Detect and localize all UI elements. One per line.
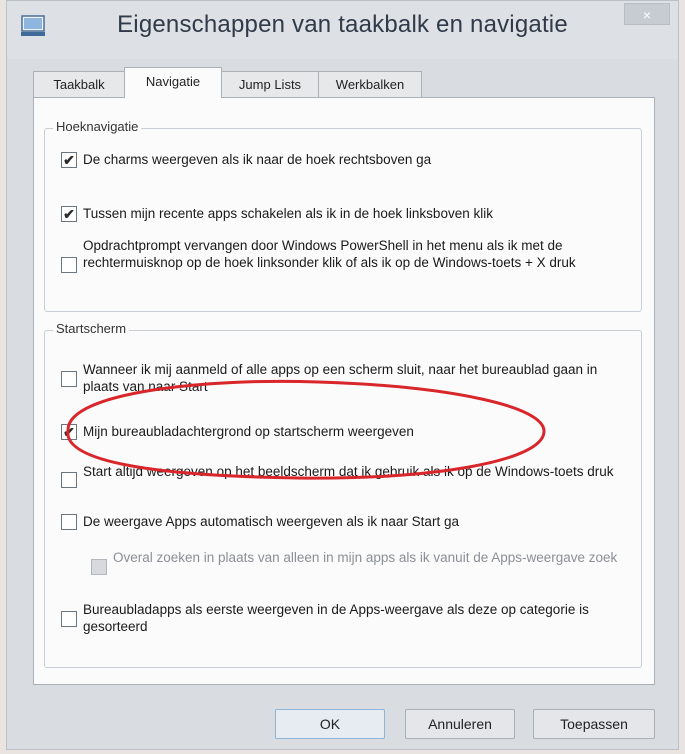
start-screen-group: Startscherm Wanneer ik mij aanmeld of al… xyxy=(44,321,642,668)
checkbox-go-to-desktop[interactable] xyxy=(61,371,77,387)
properties-dialog: Eigenschappen van taakbalk en navigatie … xyxy=(6,0,679,750)
close-button[interactable]: × xyxy=(624,3,670,25)
option-go-to-desktop[interactable]: Wanneer ik mij aanmeld of alle apps op e… xyxy=(61,361,633,397)
corner-navigation-legend: Hoeknavigatie xyxy=(53,119,142,134)
option-show-charms[interactable]: ✔ De charms weergeven als ik naar de hoe… xyxy=(61,151,633,171)
start-screen-legend: Startscherm xyxy=(53,321,130,336)
tab-navigatie[interactable]: Navigatie xyxy=(124,67,222,98)
checkbox-search-everywhere xyxy=(91,559,107,575)
apply-button[interactable]: Toepassen xyxy=(533,709,655,739)
option-powershell[interactable]: Opdrachtprompt vervangen door Windows Po… xyxy=(61,237,633,291)
title-bar: Eigenschappen van taakbalk en navigatie … xyxy=(7,1,678,59)
option-label: Overal zoeken in plaats van alleen in mi… xyxy=(113,550,618,565)
option-desktop-apps-first[interactable]: Bureaubladapps als eerste weergeven in d… xyxy=(61,601,633,637)
checkbox-desktop-background[interactable]: ✔ xyxy=(61,424,77,440)
option-show-apps-view[interactable]: De weergave Apps automatisch weergeven a… xyxy=(61,513,633,533)
checkbox-desktop-apps-first[interactable] xyxy=(61,611,77,627)
option-label: Mijn bureaubladachtergrond op startscher… xyxy=(83,424,414,439)
tab-taakbalk[interactable]: Taakbalk xyxy=(33,71,125,97)
option-label: De charms weergeven als ik naar de hoek … xyxy=(83,152,432,167)
corner-navigation-group: Hoeknavigatie ✔ De charms weergeven als … xyxy=(44,119,642,312)
option-switch-recent-apps[interactable]: ✔ Tussen mijn recente apps schakelen als… xyxy=(61,205,633,225)
navigation-tab-panel: Hoeknavigatie ✔ De charms weergeven als … xyxy=(33,97,655,685)
option-label: Bureaubladapps als eerste weergeven in d… xyxy=(83,602,589,634)
checkbox-powershell[interactable] xyxy=(61,257,77,273)
window-title: Eigenschappen van taakbalk en navigatie xyxy=(117,11,568,38)
tab-jump-lists[interactable]: Jump Lists xyxy=(221,71,319,97)
option-label: Start altijd weergeven op het beeldscher… xyxy=(83,464,614,479)
checkbox-show-charms[interactable]: ✔ xyxy=(61,152,77,168)
tab-werkbalken[interactable]: Werkbalken xyxy=(318,71,422,97)
checkbox-show-start-on-display[interactable] xyxy=(61,472,77,488)
option-desktop-background[interactable]: ✔ Mijn bureaubladachtergrond op startsch… xyxy=(61,423,633,443)
option-label: Wanneer ik mij aanmeld of alle apps op e… xyxy=(83,362,598,394)
option-search-everywhere: Overal zoeken in plaats van alleen in mi… xyxy=(91,549,633,585)
option-label: Opdrachtprompt vervangen door Windows Po… xyxy=(83,238,576,270)
option-show-start-on-display[interactable]: Start altijd weergeven op het beeldscher… xyxy=(61,463,633,499)
ok-button[interactable]: OK xyxy=(275,709,385,739)
option-label: De weergave Apps automatisch weergeven a… xyxy=(83,514,459,529)
cancel-button[interactable]: Annuleren xyxy=(405,709,515,739)
checkbox-switch-recent-apps[interactable]: ✔ xyxy=(61,206,77,222)
option-label: Tussen mijn recente apps schakelen als i… xyxy=(83,206,493,221)
checkbox-show-apps-view[interactable] xyxy=(61,514,77,530)
